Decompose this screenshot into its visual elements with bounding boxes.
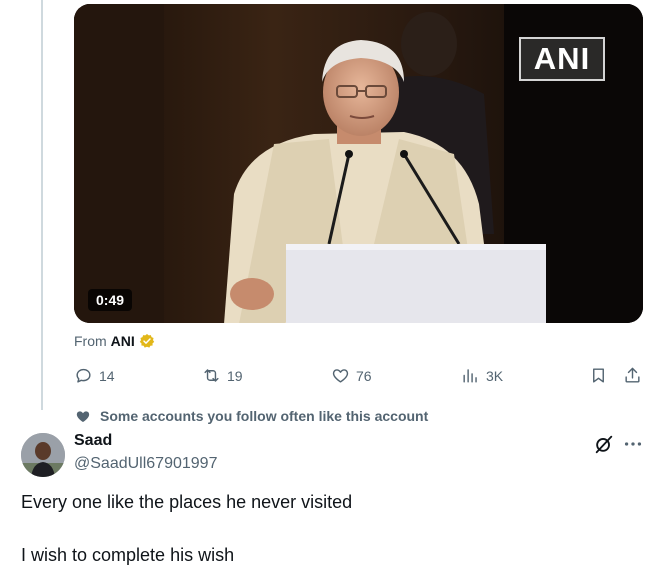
share-icon	[625, 367, 640, 383]
reply-text-line-1: Every one like the places he never visit…	[21, 492, 353, 512]
like-button[interactable]: 76	[331, 366, 372, 385]
video-source: From ANI	[74, 333, 155, 349]
heart-icon	[76, 411, 90, 422]
social-context: Some accounts you follow often like this…	[75, 408, 428, 424]
thread-line	[41, 0, 43, 410]
repost-count: 19	[227, 367, 243, 384]
source-name-link[interactable]: ANI	[111, 333, 135, 349]
reply-user-name[interactable]: Saad	[74, 432, 112, 450]
reply-text-line-2: I wish to complete his wish	[21, 545, 235, 565]
avatar[interactable]	[21, 433, 65, 477]
reply-button[interactable]: 14	[74, 366, 115, 385]
social-context-text: Some accounts you follow often like this…	[100, 408, 429, 424]
more-icon[interactable]	[622, 433, 644, 455]
bookmark-button[interactable]	[589, 366, 608, 385]
views-count: 3K	[486, 367, 504, 384]
verified-badge-icon	[139, 334, 154, 348]
grok-icon[interactable]	[593, 433, 615, 455]
video-duration-badge: 0:49	[88, 289, 133, 311]
ani-logo: ANI	[519, 37, 605, 81]
bookmark-icon	[593, 368, 604, 383]
avatar-image	[21, 433, 65, 477]
like-icon	[332, 369, 349, 383]
video-player[interactable]: ANI 0:49	[74, 4, 643, 323]
like-count: 76	[356, 367, 372, 384]
tweet-action-bar: 14 19 76 3K	[74, 366, 649, 388]
repost-button[interactable]: 19	[202, 366, 243, 385]
views-button[interactable]: 3K	[461, 366, 503, 385]
source-prefix: From	[74, 333, 107, 349]
views-icon	[463, 369, 477, 383]
reply-user-handle[interactable]: @SaadUll67901997	[74, 455, 217, 473]
reply-count: 14	[99, 367, 115, 384]
reply-icon	[76, 368, 91, 383]
share-button[interactable]	[623, 366, 642, 385]
repost-icon	[204, 369, 219, 382]
